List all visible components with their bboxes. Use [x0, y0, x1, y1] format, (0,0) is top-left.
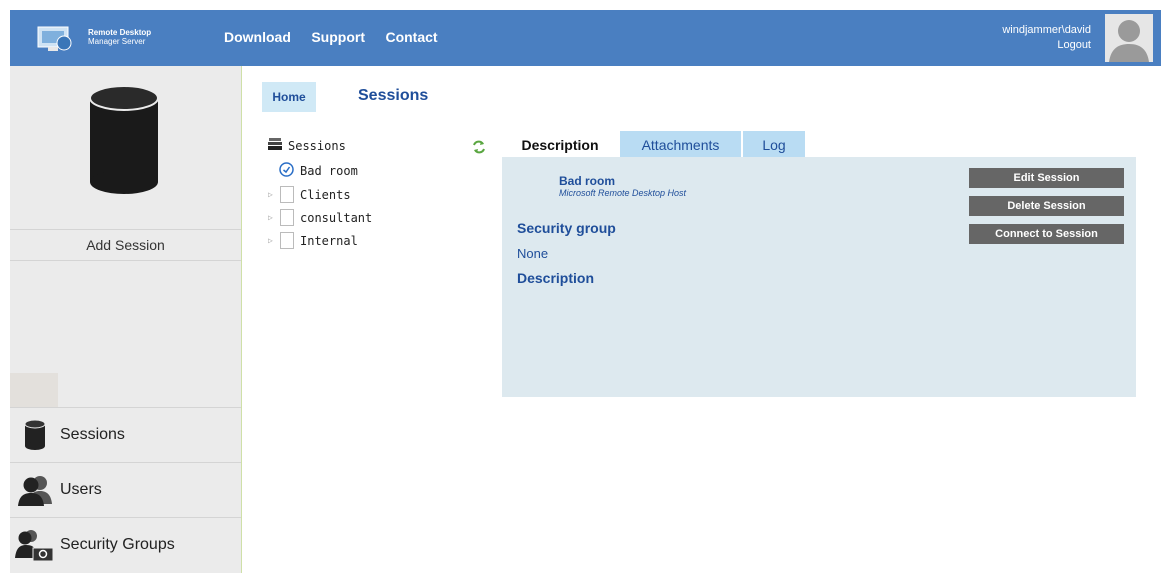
- tree-folder-consultant[interactable]: ▷ consultant: [268, 209, 372, 226]
- tree-item-label: Clients: [300, 187, 351, 202]
- security-group-value: None: [517, 246, 549, 261]
- username: windjammer\david: [1002, 24, 1091, 36]
- sidebar-item-sessions[interactable]: Sessions: [10, 407, 241, 462]
- nav-support[interactable]: Support: [311, 29, 365, 45]
- page-title: Sessions: [358, 87, 429, 104]
- sidebar: Add Session Sessions Users Security Grou…: [10, 66, 242, 573]
- session-detail-panel: Bad room Microsoft Remote Desktop Host S…: [502, 157, 1136, 397]
- security-group-heading: Security group: [517, 220, 616, 236]
- sidebar-item-label: Sessions: [60, 426, 125, 443]
- sidebar-item-label: Security Groups: [60, 536, 175, 553]
- sidebar-item-users[interactable]: Users: [10, 462, 241, 517]
- folder-stack-icon: [268, 138, 282, 153]
- main-nav: Download Support Contact: [224, 29, 454, 47]
- tab-description[interactable]: Description: [502, 131, 618, 157]
- user-info: windjammer\david Logout: [1002, 23, 1091, 53]
- logout-link[interactable]: Logout: [1002, 38, 1091, 53]
- tree-folder-clients[interactable]: ▷ Clients: [268, 186, 351, 203]
- users-icon: [10, 474, 60, 506]
- nav-contact[interactable]: Contact: [385, 29, 437, 45]
- tree-root[interactable]: Sessions: [268, 138, 346, 153]
- expand-arrow-icon[interactable]: ▷: [268, 213, 280, 222]
- expand-arrow-icon[interactable]: ▷: [268, 236, 280, 245]
- tree-item-label: Bad room: [300, 164, 358, 178]
- add-session-button[interactable]: Add Session: [10, 229, 241, 261]
- sidebar-nav: Sessions Users Security Groups: [10, 407, 241, 572]
- tree-item-bad-room[interactable]: Bad room: [279, 162, 358, 180]
- tab-log[interactable]: Log: [743, 131, 805, 157]
- database-icon: [10, 419, 60, 451]
- tree-item-label: Internal: [300, 233, 358, 248]
- edit-session-button[interactable]: Edit Session: [969, 168, 1124, 188]
- home-button[interactable]: Home: [262, 82, 316, 112]
- database-large-icon: [88, 84, 160, 201]
- sidebar-item-label: Users: [60, 481, 102, 498]
- top-header: Remote Desktop Manager Server Download S…: [10, 10, 1161, 66]
- delete-session-button[interactable]: Delete Session: [969, 196, 1124, 216]
- refresh-icon[interactable]: [472, 140, 486, 159]
- folder-icon: [280, 186, 294, 203]
- remote-desktop-icon: [279, 162, 294, 180]
- session-type: Microsoft Remote Desktop Host: [559, 188, 687, 198]
- security-group-icon: [10, 528, 60, 562]
- description-heading: Description: [517, 270, 595, 286]
- nav-download[interactable]: Download: [224, 29, 291, 45]
- folder-icon: [280, 209, 294, 226]
- session-name: Bad room: [559, 174, 616, 188]
- connect-session-button[interactable]: Connect to Session: [969, 224, 1124, 244]
- folder-icon: [280, 232, 294, 249]
- user-silhouette-icon: [1109, 20, 1149, 62]
- tab-attachments[interactable]: Attachments: [620, 131, 741, 157]
- tree-folder-internal[interactable]: ▷ Internal: [268, 232, 358, 249]
- logo-text: Remote Desktop Manager Server: [88, 28, 152, 46]
- expand-arrow-icon[interactable]: ▷: [268, 190, 280, 199]
- logo-icon[interactable]: [36, 23, 76, 53]
- tree-root-label: Sessions: [288, 138, 346, 153]
- tree-item-label: consultant: [300, 210, 373, 225]
- sidebar-item-security-groups[interactable]: Security Groups: [10, 517, 241, 572]
- avatar[interactable]: [1105, 14, 1153, 62]
- sidebar-spacer: [10, 373, 58, 407]
